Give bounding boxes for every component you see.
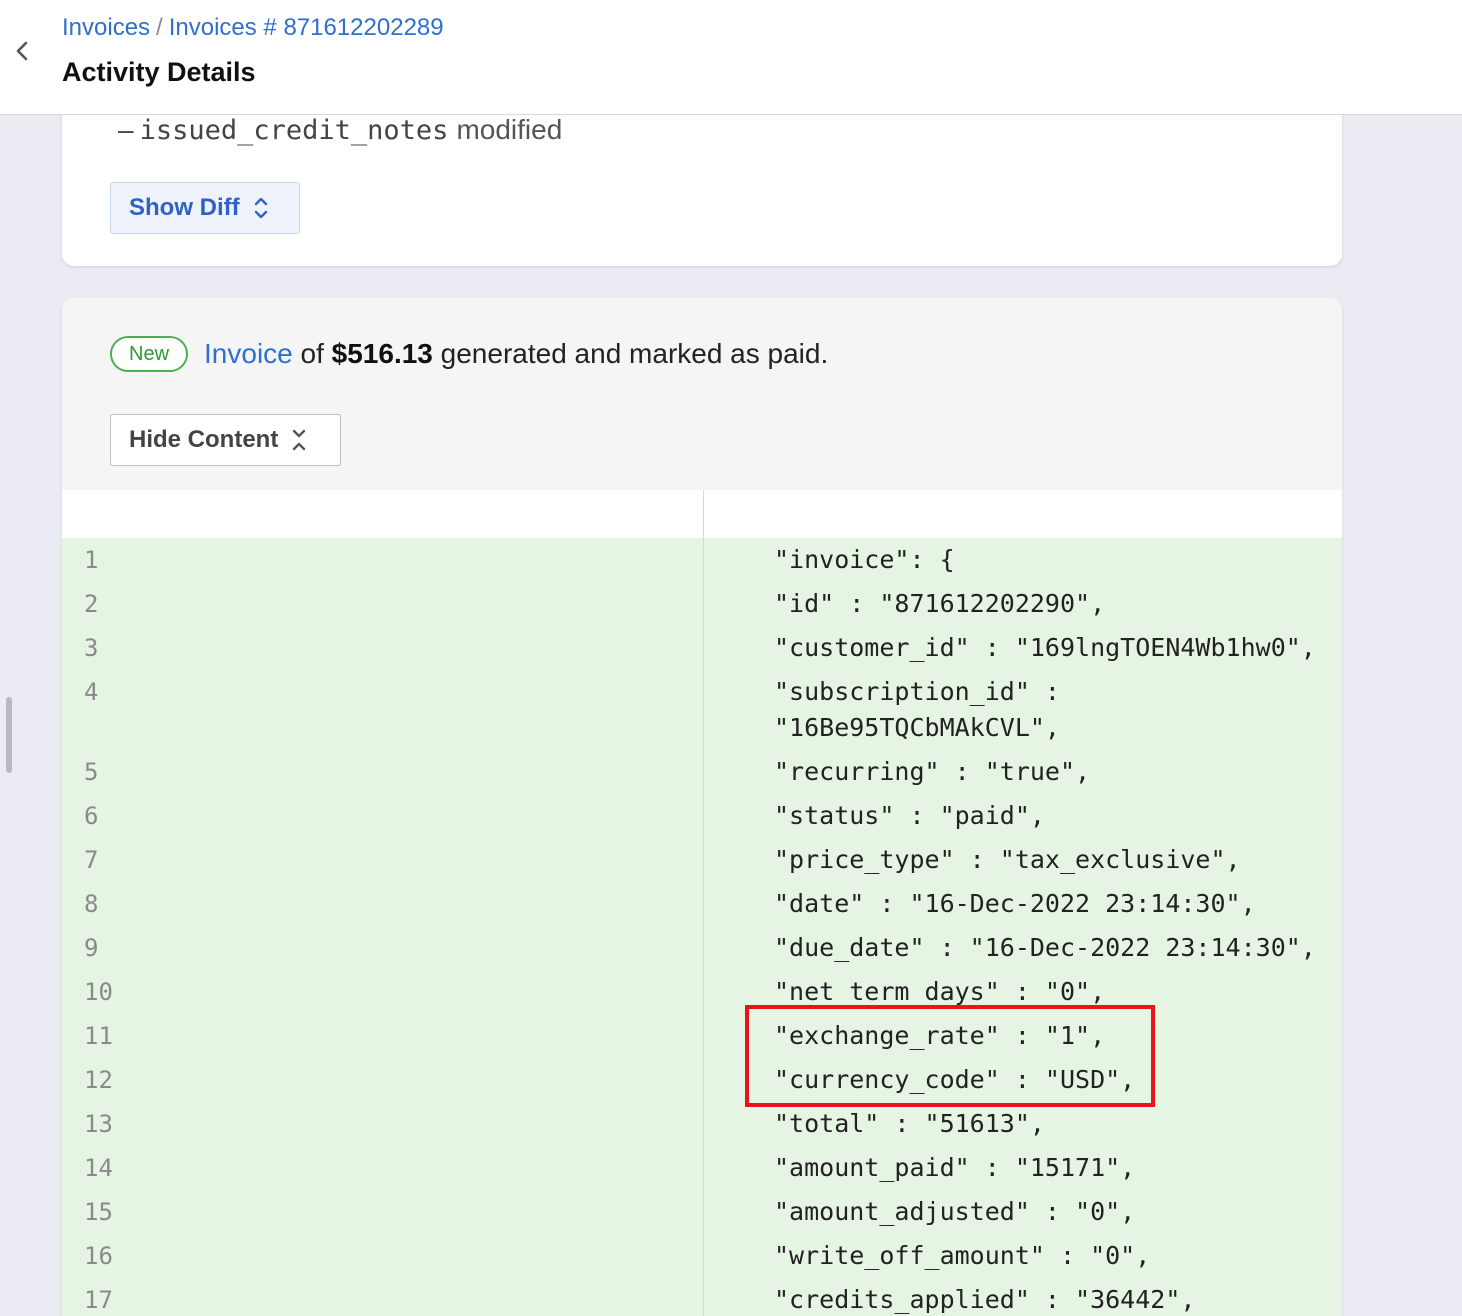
line-number: 17 (84, 1286, 113, 1314)
line-number: 7 (84, 846, 99, 874)
breadcrumb-separator: / (156, 14, 163, 41)
line-number: 12 (84, 1066, 113, 1094)
chevron-up-down-icon (254, 195, 268, 221)
show-diff-button[interactable]: Show Diff (110, 182, 300, 234)
summary-text: generated and marked as paid. (440, 338, 829, 369)
line-number: 5 (84, 758, 99, 786)
line-number: 1 (84, 546, 99, 574)
line-code: "id" : "871612202290", (774, 589, 1106, 618)
diff-viewer: 1 "invoice": { 2 "id" : "871612202290", 3 "cu… (62, 490, 1342, 1316)
line-code: "total" : "51613", (774, 1109, 1045, 1138)
diff-header (62, 490, 1342, 538)
line-number: 16 (84, 1242, 113, 1270)
line-number: 14 (84, 1154, 113, 1182)
line-code: "net_term_days" : "0", (774, 977, 1106, 1006)
line-code: "credits_applied" : "36442", (774, 1285, 1196, 1314)
line-number: 8 (84, 890, 99, 918)
line-code: "status" : "paid", (774, 801, 1045, 830)
invoice-link[interactable]: Invoice (204, 338, 293, 370)
line-number: 10 (84, 978, 113, 1006)
line-number: 9 (84, 934, 99, 962)
line-code-continued: "16Be95TQCbMAkCVL", (774, 713, 1060, 742)
chevron-collapse-icon (292, 427, 306, 453)
activity-card-new: New Invoice of $516.13 generated and mar… (62, 298, 1342, 1316)
chevron-left-icon (16, 41, 28, 61)
modified-status: modified (456, 114, 563, 145)
line-code: "recurring" : "true", (774, 757, 1091, 786)
breadcrumb: Invoices / Invoices # 871612202289 (62, 13, 444, 43)
line-code: "subscription_id" : (774, 677, 1060, 706)
diff-body: 1 "invoice": { 2 "id" : "871612202290", 3 "cu… (62, 538, 1342, 1316)
line-code: "amount_adjusted" : "0", (774, 1197, 1136, 1226)
page-title: Activity Details (62, 57, 256, 87)
show-diff-label: Show Diff (129, 194, 240, 221)
list-dash: – (118, 114, 134, 145)
line-number: 3 (84, 634, 99, 662)
line-code: "amount_paid" : "15171", (774, 1153, 1136, 1182)
line-code: "currency_code" : "USD", (774, 1065, 1136, 1094)
invoice-amount: $516.13 (331, 338, 433, 369)
hide-content-button[interactable]: Hide Content (110, 414, 341, 466)
line-number: 6 (84, 802, 99, 830)
diff-divider (703, 490, 704, 1316)
scroll-handle[interactable] (6, 697, 12, 773)
modified-field-line: – issued_credit_notes modified (118, 112, 562, 149)
line-number: 13 (84, 1110, 113, 1138)
line-number: 11 (84, 1022, 113, 1050)
summary-of: of (300, 338, 324, 369)
line-number: 2 (84, 590, 99, 618)
modified-field-name: issued_credit_notes (139, 115, 449, 146)
back-button[interactable] (8, 34, 36, 68)
page-header: Invoices / Invoices # 871612202289 Activit… (0, 0, 1462, 115)
status-badge-new: New (110, 336, 189, 372)
breadcrumb-invoices[interactable]: Invoices (62, 14, 150, 41)
line-code: "exchange_rate" : "1", (774, 1021, 1106, 1050)
line-number: 4 (84, 678, 99, 706)
line-number: 15 (84, 1198, 113, 1226)
line-code: "due_date" : "16-Dec-2022 23:14:30", (774, 933, 1316, 962)
activity-summary: New Invoice of $516.13 generated and mar… (110, 334, 828, 374)
line-code: "date" : "16-Dec-2022 23:14:30", (774, 889, 1256, 918)
breadcrumb-invoice-number[interactable]: Invoices # 871612202289 (169, 14, 444, 41)
line-code: "write_off_amount" : "0", (774, 1241, 1151, 1270)
line-code: "price_type" : "tax_exclusive", (774, 845, 1241, 874)
hide-content-label: Hide Content (129, 426, 279, 453)
line-code: "invoice": { (774, 545, 955, 574)
line-code: "customer_id" : "169lngTOEN4Wb1hw0", (774, 633, 1316, 662)
